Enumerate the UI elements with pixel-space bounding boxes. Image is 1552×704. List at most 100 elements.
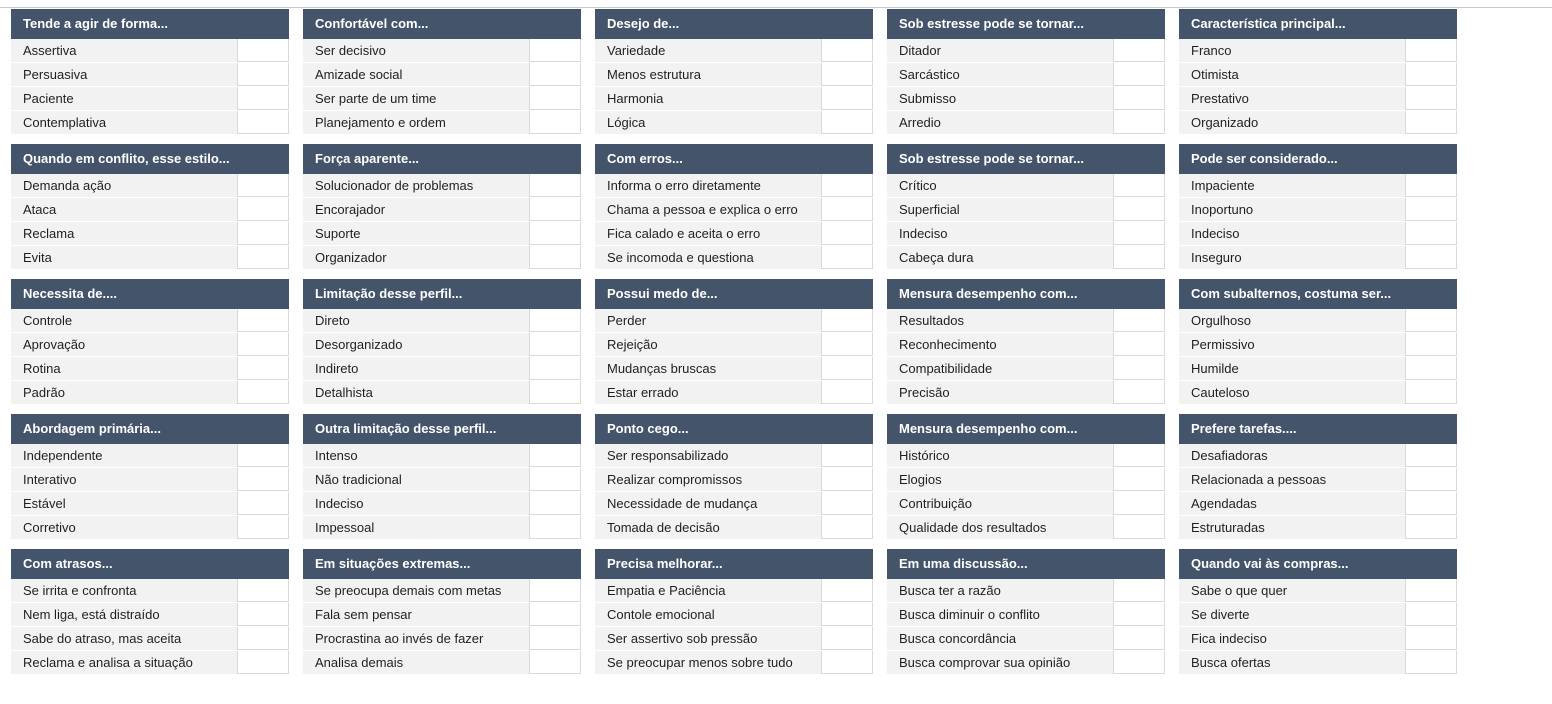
score-input-cell[interactable] (1113, 63, 1165, 86)
score-input-cell[interactable] (821, 87, 873, 110)
score-input-cell[interactable] (1113, 198, 1165, 221)
score-input-cell[interactable] (1405, 333, 1457, 356)
score-input-cell[interactable] (1113, 492, 1165, 515)
score-input-cell[interactable] (1405, 87, 1457, 110)
score-input-cell[interactable] (529, 39, 581, 62)
score-input-cell[interactable] (1405, 198, 1457, 221)
score-input-cell[interactable] (237, 651, 289, 674)
score-input-cell[interactable] (821, 63, 873, 86)
score-input-cell[interactable] (821, 468, 873, 491)
score-input-cell[interactable] (529, 627, 581, 650)
score-input-cell[interactable] (237, 39, 289, 62)
score-input-cell[interactable] (237, 333, 289, 356)
score-input-cell[interactable] (821, 579, 873, 602)
score-input-cell[interactable] (529, 87, 581, 110)
score-input-cell[interactable] (1405, 381, 1457, 404)
score-input-cell[interactable] (237, 603, 289, 626)
score-input-cell[interactable] (1405, 516, 1457, 539)
score-input-cell[interactable] (529, 603, 581, 626)
score-input-cell[interactable] (1405, 63, 1457, 86)
score-input-cell[interactable] (821, 444, 873, 467)
score-input-cell[interactable] (821, 492, 873, 515)
score-input-cell[interactable] (821, 198, 873, 221)
score-input-cell[interactable] (1405, 111, 1457, 134)
score-input-cell[interactable] (821, 309, 873, 332)
score-input-cell[interactable] (1405, 309, 1457, 332)
score-input-cell[interactable] (821, 357, 873, 380)
score-input-cell[interactable] (821, 246, 873, 269)
score-input-cell[interactable] (1113, 111, 1165, 134)
score-input-cell[interactable] (1113, 579, 1165, 602)
score-input-cell[interactable] (1113, 222, 1165, 245)
score-input-cell[interactable] (529, 174, 581, 197)
score-input-cell[interactable] (529, 198, 581, 221)
score-input-cell[interactable] (529, 444, 581, 467)
score-input-cell[interactable] (1113, 87, 1165, 110)
score-input-cell[interactable] (237, 309, 289, 332)
score-input-cell[interactable] (237, 198, 289, 221)
score-input-cell[interactable] (237, 111, 289, 134)
score-input-cell[interactable] (1405, 468, 1457, 491)
score-input-cell[interactable] (821, 174, 873, 197)
score-input-cell[interactable] (821, 39, 873, 62)
score-input-cell[interactable] (237, 357, 289, 380)
score-input-cell[interactable] (529, 468, 581, 491)
score-input-cell[interactable] (237, 381, 289, 404)
score-input-cell[interactable] (529, 651, 581, 674)
score-input-cell[interactable] (821, 603, 873, 626)
score-input-cell[interactable] (821, 627, 873, 650)
score-input-cell[interactable] (1113, 333, 1165, 356)
score-input-cell[interactable] (529, 516, 581, 539)
score-input-cell[interactable] (1113, 174, 1165, 197)
score-input-cell[interactable] (529, 111, 581, 134)
score-input-cell[interactable] (529, 246, 581, 269)
score-input-cell[interactable] (529, 579, 581, 602)
score-input-cell[interactable] (1405, 579, 1457, 602)
score-input-cell[interactable] (821, 111, 873, 134)
score-input-cell[interactable] (821, 222, 873, 245)
score-input-cell[interactable] (1113, 309, 1165, 332)
score-input-cell[interactable] (821, 333, 873, 356)
score-input-cell[interactable] (1405, 627, 1457, 650)
score-input-cell[interactable] (1113, 246, 1165, 269)
score-input-cell[interactable] (1405, 174, 1457, 197)
score-input-cell[interactable] (1113, 381, 1165, 404)
score-input-cell[interactable] (1113, 444, 1165, 467)
score-input-cell[interactable] (237, 222, 289, 245)
score-input-cell[interactable] (821, 381, 873, 404)
score-input-cell[interactable] (1113, 603, 1165, 626)
score-input-cell[interactable] (1405, 444, 1457, 467)
score-input-cell[interactable] (529, 357, 581, 380)
score-input-cell[interactable] (529, 222, 581, 245)
score-input-cell[interactable] (1113, 39, 1165, 62)
score-input-cell[interactable] (1405, 222, 1457, 245)
score-input-cell[interactable] (237, 627, 289, 650)
score-input-cell[interactable] (237, 492, 289, 515)
score-input-cell[interactable] (1405, 651, 1457, 674)
score-input-cell[interactable] (237, 246, 289, 269)
score-input-cell[interactable] (821, 516, 873, 539)
score-input-cell[interactable] (529, 63, 581, 86)
score-input-cell[interactable] (529, 333, 581, 356)
score-input-cell[interactable] (1405, 39, 1457, 62)
score-input-cell[interactable] (237, 63, 289, 86)
score-input-cell[interactable] (1405, 357, 1457, 380)
score-input-cell[interactable] (1113, 627, 1165, 650)
score-input-cell[interactable] (237, 444, 289, 467)
score-input-cell[interactable] (1113, 468, 1165, 491)
score-input-cell[interactable] (529, 381, 581, 404)
score-input-cell[interactable] (1113, 651, 1165, 674)
score-input-cell[interactable] (1405, 492, 1457, 515)
score-input-cell[interactable] (529, 309, 581, 332)
score-input-cell[interactable] (1405, 603, 1457, 626)
score-input-cell[interactable] (529, 492, 581, 515)
score-input-cell[interactable] (1405, 246, 1457, 269)
score-input-cell[interactable] (237, 579, 289, 602)
score-input-cell[interactable] (821, 651, 873, 674)
score-input-cell[interactable] (237, 468, 289, 491)
score-input-cell[interactable] (237, 174, 289, 197)
score-input-cell[interactable] (1113, 357, 1165, 380)
score-input-cell[interactable] (237, 87, 289, 110)
score-input-cell[interactable] (237, 516, 289, 539)
score-input-cell[interactable] (1113, 516, 1165, 539)
